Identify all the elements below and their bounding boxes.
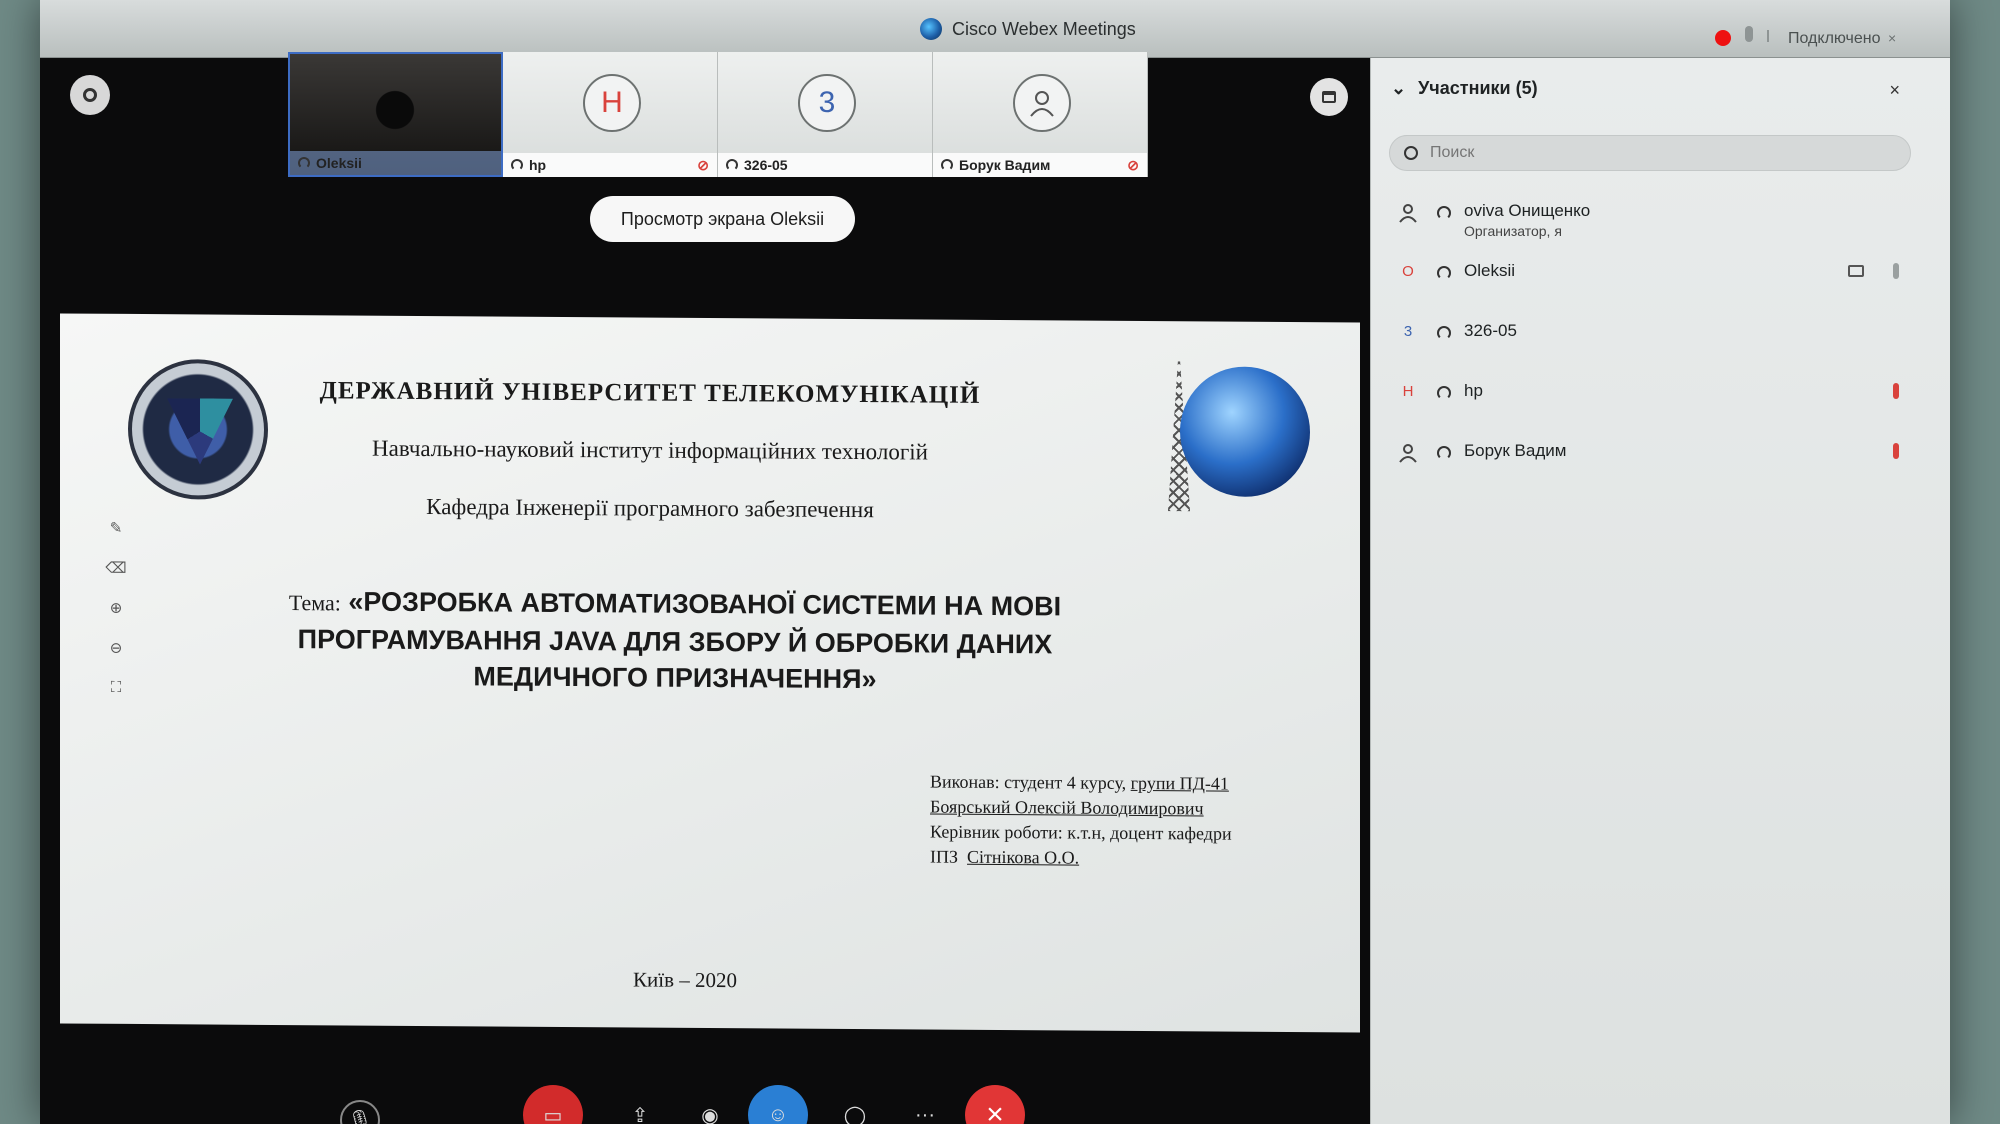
search-box[interactable] <box>1389 135 1911 171</box>
person-icon <box>1013 74 1071 132</box>
topic-label: Тема: <box>288 590 341 616</box>
headphone-icon <box>1437 206 1451 220</box>
avatar: 3 <box>1403 323 1413 340</box>
headphone-icon <box>1437 386 1451 400</box>
more-button[interactable]: ··· <box>895 1085 955 1124</box>
mic-muted-icon: ⊘ <box>697 156 709 173</box>
thumbnail-oleksii[interactable]: Oleksii <box>288 52 503 177</box>
panel-title: Участники (5) <box>1418 78 1538 98</box>
participants-button[interactable]: ☺ <box>748 1085 808 1124</box>
headphone-icon <box>1437 266 1451 280</box>
pen-tool-icon[interactable]: ✎ <box>105 519 127 541</box>
layout-icon <box>1322 91 1336 103</box>
share-button[interactable]: ⇪ <box>610 1085 670 1124</box>
fit-screen-icon[interactable]: ⛶ <box>105 679 127 701</box>
participant-role: Организатор, я <box>1464 223 1562 239</box>
video-thumbnails: Oleksii H hp ⊘ 3 326-05 Борук Вадим ⊘ <box>288 52 1148 177</box>
supervisor-line: Керівник роботи: к.т.н, доцент кафедри <box>930 821 1232 844</box>
zoom-in-icon[interactable]: ⊕ <box>105 599 127 621</box>
connection-status: Подключено <box>1788 30 1881 47</box>
participant-name: oviva Онищенко <box>1464 201 1591 220</box>
headphone-icon <box>941 159 953 171</box>
mic-muted-icon[interactable] <box>1893 383 1899 399</box>
headphone-icon <box>726 159 738 171</box>
avatar: 3 <box>798 74 856 132</box>
person-icon <box>1397 443 1419 465</box>
title-bar: Cisco Webex Meetings Подключено × <box>40 0 1950 58</box>
thumbnail-name: Oleksii <box>316 155 362 171</box>
performer-line: Виконав: студент 4 курсу, <box>930 771 1127 793</box>
thumbnail-name: 326-05 <box>744 157 788 173</box>
screen: Cisco Webex Meetings Подключено × Oleksi… <box>40 0 1950 1124</box>
view-screen-button[interactable]: Просмотр экрана Oleksii <box>590 196 855 242</box>
thumbnail-name: Борук Вадим <box>959 157 1051 173</box>
search-input[interactable] <box>1430 144 1830 162</box>
headphone-icon <box>1437 326 1451 340</box>
search-icon <box>1404 146 1418 160</box>
participant-row[interactable]: Борук Вадим <box>1389 433 1919 483</box>
layout-button[interactable] <box>1310 78 1348 116</box>
close-icon[interactable]: × <box>1889 80 1900 101</box>
mute-button[interactable]: 🎙 <box>340 1100 380 1124</box>
webex-logo-icon <box>920 18 942 40</box>
mic-muted-icon: ⊘ <box>1127 156 1139 173</box>
mic-icon[interactable] <box>1893 263 1899 279</box>
performer-group: групи ПД-41 <box>1130 772 1229 794</box>
separator <box>1767 30 1769 42</box>
app-title-text: Cisco Webex Meetings <box>952 18 1136 39</box>
chevron-down-icon[interactable]: ⌄ <box>1391 78 1406 99</box>
supervisor-name: Сітнікова О.О. <box>967 846 1080 868</box>
participant-row[interactable]: 3 326-05 <box>1389 313 1919 363</box>
thumbnail-name: hp <box>529 157 547 173</box>
supervisor-prefix: ІПЗ <box>930 846 959 867</box>
participant-row[interactable]: O Oleksii <box>1389 253 1919 303</box>
headphone-icon <box>298 157 310 169</box>
zoom-out-icon[interactable]: ⊖ <box>105 639 127 661</box>
topic-text: «РОЗРОБКА АВТОМАТИЗОВАНОЇ СИСТЕМИ НА МОВ… <box>297 586 1062 695</box>
panel-header[interactable]: ⌄ Участники (5) <box>1391 78 1538 99</box>
thumbnail-caption: Oleksii <box>290 151 501 175</box>
avatar: H <box>583 74 641 132</box>
leave-button[interactable]: × <box>965 1085 1025 1124</box>
department-name: Кафедра Інженерії програмного забезпечен… <box>426 494 874 523</box>
app-title: Cisco Webex Meetings <box>920 18 1136 40</box>
participants-panel: ⌄ Участники (5) × oviva Онищенко Организ… <box>1370 58 1950 1124</box>
stop-video-button[interactable]: ▭ <box>523 1085 583 1124</box>
participant-name: 326-05 <box>1464 321 1517 340</box>
participant-name: Oleksii <box>1464 261 1516 280</box>
headphone-icon <box>511 159 523 171</box>
record-button[interactable]: ◉ <box>680 1085 740 1124</box>
record-dot-icon <box>1715 30 1731 46</box>
thumbnail-caption: hp ⊘ <box>503 153 717 177</box>
shared-slide: ДЕРЖАВНИЙ УНІВЕРСИТЕТ ТЕЛЕКОМУНІКАЦІЙ На… <box>60 313 1360 1033</box>
eraser-tool-icon[interactable]: ⌫ <box>105 559 127 581</box>
topic: Тема: «РОЗРОБКА АВТОМАТИЗОВАНОЇ СИСТЕМИ … <box>250 583 1100 699</box>
thumbnail-326-05[interactable]: 3 326-05 <box>718 52 933 177</box>
video-feed <box>370 89 420 149</box>
settings-icon <box>83 88 97 102</box>
mic-muted-icon[interactable] <box>1893 443 1899 459</box>
city-year: Київ – 2020 <box>633 967 737 993</box>
camera-icon <box>1848 265 1864 277</box>
meeting-options-button[interactable] <box>70 75 110 115</box>
participant-row[interactable]: H hp <box>1389 373 1919 423</box>
participant-name: Борук Вадим <box>1464 441 1567 460</box>
avatar: H <box>1402 383 1414 400</box>
thumbnail-boruk[interactable]: Борук Вадим ⊘ <box>933 52 1148 177</box>
performer-block: Виконав: студент 4 курсу, групи ПД-41 Бо… <box>930 770 1330 873</box>
close-icon[interactable]: × <box>1888 30 1896 46</box>
thumbnail-caption: 326-05 <box>718 153 932 177</box>
thumbnail-hp[interactable]: H hp ⊘ <box>503 52 718 177</box>
thumbnail-caption: Борук Вадим ⊘ <box>933 153 1147 177</box>
mic-icon[interactable] <box>1745 26 1753 42</box>
participant-row[interactable]: oviva Онищенко Организатор, я <box>1389 193 1919 243</box>
person-icon <box>1397 203 1419 225</box>
avatar: O <box>1402 263 1414 280</box>
chat-button[interactable]: ◯ <box>825 1085 885 1124</box>
performer-name: Боярський Олексій Володимирович <box>930 796 1204 819</box>
headphone-icon <box>1437 446 1451 460</box>
participant-name: hp <box>1464 381 1483 400</box>
